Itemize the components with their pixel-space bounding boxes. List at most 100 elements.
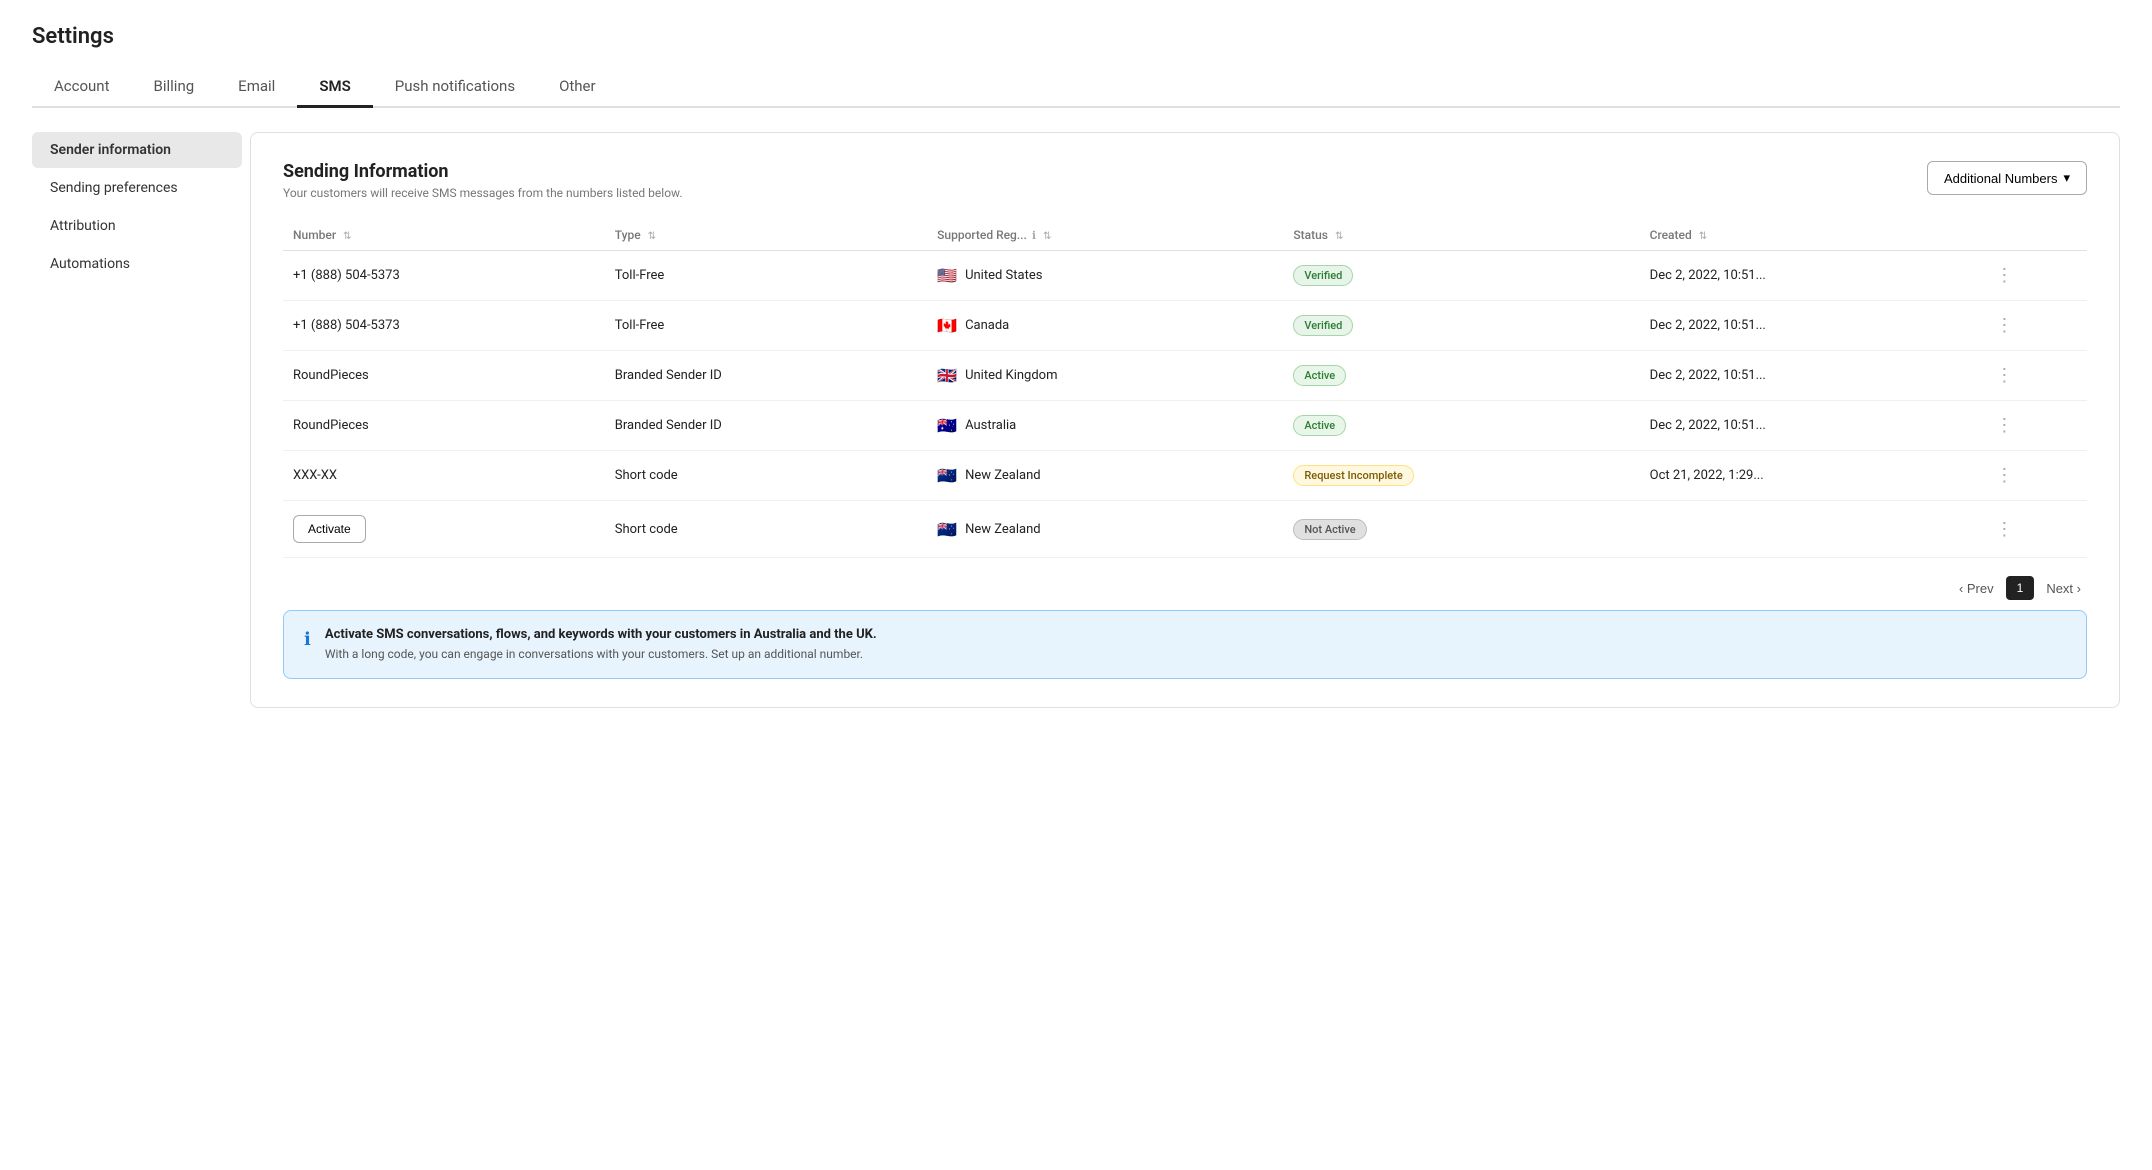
country-cell: 🇳🇿 New Zealand — [937, 520, 1273, 539]
country-cell: 🇬🇧 United Kingdom — [937, 366, 1273, 385]
status-badge: Not Active — [1293, 519, 1366, 540]
cell-more: ⋮ — [1985, 501, 2087, 558]
content-area: Sender information Sending preferences A… — [32, 132, 2120, 708]
cell-type: Short code — [605, 501, 927, 558]
cell-status: Not Active — [1283, 501, 1639, 558]
country-cell: 🇳🇿 New Zealand — [937, 466, 1273, 485]
flag-icon: 🇳🇿 — [937, 466, 957, 485]
tab-sms[interactable]: SMS — [297, 67, 372, 108]
tab-email[interactable]: Email — [216, 67, 297, 108]
cell-type: Branded Sender ID — [605, 351, 927, 401]
country-cell: 🇨🇦 Canada — [937, 316, 1273, 335]
country-cell: 🇺🇸 United States — [937, 266, 1273, 285]
info-banner-title: Activate SMS conversations, flows, and k… — [325, 627, 877, 642]
chevron-down-icon: ▾ — [2063, 170, 2070, 186]
cell-country: 🇬🇧 United Kingdom — [927, 351, 1283, 401]
sort-type-icon[interactable]: ⇅ — [648, 231, 656, 242]
activate-button[interactable]: Activate — [293, 515, 366, 543]
table-row: RoundPieces Branded Sender ID 🇬🇧 United … — [283, 351, 2087, 401]
col-status: Status ⇅ — [1283, 220, 1639, 251]
next-page-button[interactable]: Next › — [2040, 577, 2087, 600]
table-row: +1 (888) 504-5373 Toll-Free 🇨🇦 Canada Ve… — [283, 301, 2087, 351]
status-badge: Request Incomplete — [1293, 465, 1413, 486]
sidebar-item-attribution[interactable]: Attribution — [32, 208, 242, 244]
cell-created: Oct 21, 2022, 1:29... — [1640, 451, 1986, 501]
more-options-icon[interactable]: ⋮ — [1995, 415, 2015, 436]
cell-status: Request Incomplete — [1283, 451, 1639, 501]
page-1-button[interactable]: 1 — [2006, 576, 2035, 600]
more-options-icon[interactable]: ⋮ — [1995, 465, 2015, 486]
status-badge: Verified — [1293, 315, 1353, 336]
cell-country: 🇺🇸 United States — [927, 251, 1283, 301]
sidebar-item-sending-preferences[interactable]: Sending preferences — [32, 170, 242, 206]
more-options-icon[interactable]: ⋮ — [1995, 315, 2015, 336]
tab-other[interactable]: Other — [537, 67, 618, 108]
col-actions — [1985, 220, 2087, 251]
sort-number-icon[interactable]: ⇅ — [343, 231, 351, 242]
table-row: +1 (888) 504-5373 Toll-Free 🇺🇸 United St… — [283, 251, 2087, 301]
country-cell: 🇦🇺 Australia — [937, 416, 1273, 435]
status-badge: Active — [1293, 415, 1346, 436]
pagination: ‹ Prev 1 Next › — [283, 576, 2087, 600]
sort-created-icon[interactable]: ⇅ — [1699, 231, 1707, 242]
info-banner-text: Activate SMS conversations, flows, and k… — [325, 627, 877, 662]
more-options-icon[interactable]: ⋮ — [1995, 365, 2015, 386]
cell-country: 🇨🇦 Canada — [927, 301, 1283, 351]
settings-page: Settings Account Billing Email SMS Push … — [0, 0, 2152, 1170]
table-row: Activate Short code 🇳🇿 New Zealand Not A… — [283, 501, 2087, 558]
status-badge: Verified — [1293, 265, 1353, 286]
status-badge: Active — [1293, 365, 1346, 386]
page-title: Settings — [32, 24, 2120, 49]
tab-push[interactable]: Push notifications — [373, 67, 537, 108]
table-row: RoundPieces Branded Sender ID 🇦🇺 Austral… — [283, 401, 2087, 451]
sidebar: Sender information Sending preferences A… — [32, 132, 242, 708]
info-banner-icon: ℹ — [304, 629, 311, 650]
cell-number: +1 (888) 504-5373 — [283, 301, 605, 351]
more-options-icon[interactable]: ⋮ — [1995, 519, 2015, 540]
cell-country: 🇦🇺 Australia — [927, 401, 1283, 451]
cell-number: XXX-XX — [283, 451, 605, 501]
info-icon: ℹ — [1032, 229, 1036, 242]
cell-more: ⋮ — [1985, 251, 2087, 301]
flag-icon: 🇬🇧 — [937, 366, 957, 385]
cell-number: +1 (888) 504-5373 — [283, 251, 605, 301]
col-created: Created ⇅ — [1640, 220, 1986, 251]
country-name: Canada — [965, 318, 1009, 333]
table-row: XXX-XX Short code 🇳🇿 New Zealand Request… — [283, 451, 2087, 501]
cell-more: ⋮ — [1985, 351, 2087, 401]
cell-number: Activate — [283, 501, 605, 558]
cell-type: Short code — [605, 451, 927, 501]
cell-number: RoundPieces — [283, 351, 605, 401]
cell-created — [1640, 501, 1986, 558]
cell-created: Dec 2, 2022, 10:51... — [1640, 251, 1986, 301]
country-name: New Zealand — [965, 522, 1041, 537]
cell-created: Dec 2, 2022, 10:51... — [1640, 351, 1986, 401]
main-title: Sending Information — [283, 161, 683, 182]
col-supported-regions: Supported Reg... ℹ ⇅ — [927, 220, 1283, 251]
table-header-row: Number ⇅ Type ⇅ Supported Reg... ℹ ⇅ — [283, 220, 2087, 251]
tab-billing[interactable]: Billing — [132, 67, 217, 108]
tab-account[interactable]: Account — [32, 67, 132, 108]
additional-numbers-button[interactable]: Additional Numbers ▾ — [1927, 161, 2087, 195]
sidebar-item-automations[interactable]: Automations — [32, 246, 242, 282]
cell-type: Branded Sender ID — [605, 401, 927, 451]
cell-type: Toll-Free — [605, 251, 927, 301]
cell-created: Dec 2, 2022, 10:51... — [1640, 401, 1986, 451]
main-header: Sending Information Your customers will … — [283, 161, 2087, 200]
sort-regions-icon[interactable]: ⇅ — [1043, 231, 1051, 242]
col-type: Type ⇅ — [605, 220, 927, 251]
main-subtitle: Your customers will receive SMS messages… — [283, 186, 683, 200]
info-banner: ℹ Activate SMS conversations, flows, and… — [283, 610, 2087, 679]
sidebar-item-sender-information[interactable]: Sender information — [32, 132, 242, 168]
country-name: United Kingdom — [965, 368, 1057, 383]
cell-type: Toll-Free — [605, 301, 927, 351]
cell-country: 🇳🇿 New Zealand — [927, 451, 1283, 501]
numbers-table: Number ⇅ Type ⇅ Supported Reg... ℹ ⇅ — [283, 220, 2087, 558]
prev-page-button[interactable]: ‹ Prev — [1953, 577, 2000, 600]
country-name: Australia — [965, 418, 1016, 433]
sort-status-icon[interactable]: ⇅ — [1335, 231, 1343, 242]
cell-more: ⋮ — [1985, 451, 2087, 501]
additional-numbers-label: Additional Numbers — [1944, 171, 2057, 186]
more-options-icon[interactable]: ⋮ — [1995, 265, 2015, 286]
col-number: Number ⇅ — [283, 220, 605, 251]
